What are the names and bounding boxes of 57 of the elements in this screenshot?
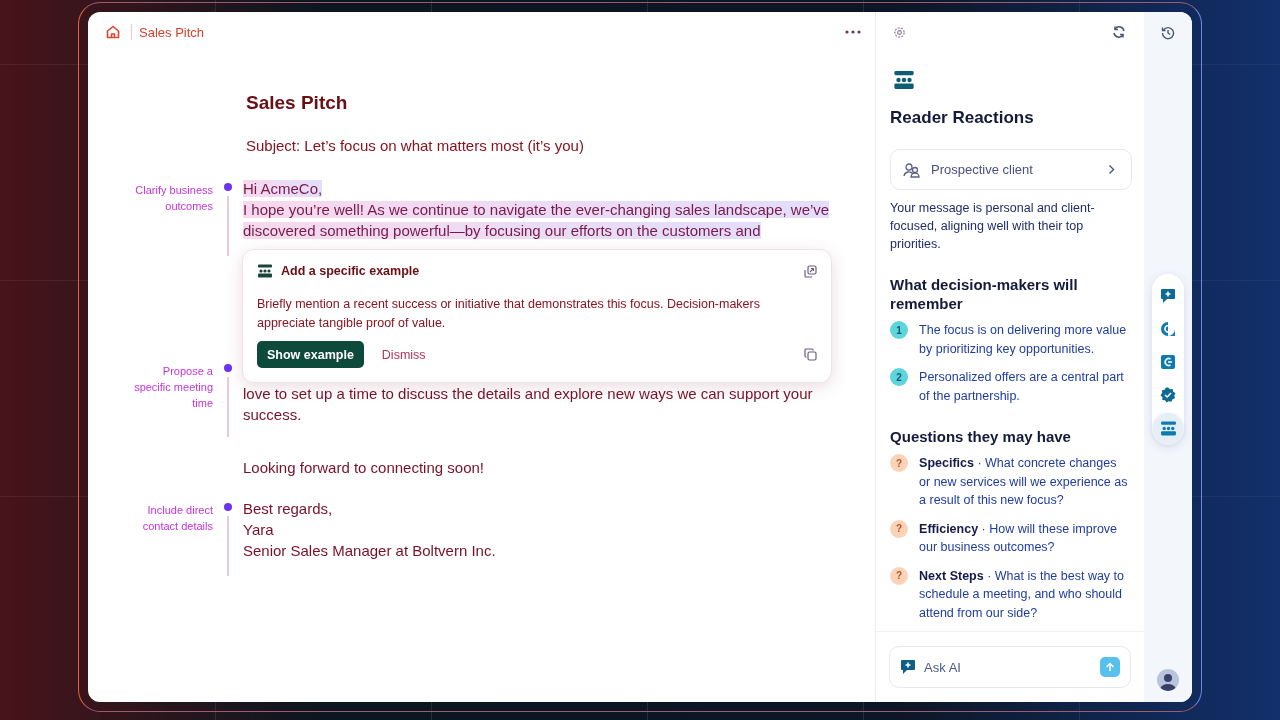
annotation-label[interactable]: Clarify business outcomes (125, 182, 213, 214)
annotation-label[interactable]: Include direct contact details (125, 502, 213, 534)
question-text: Next Steps · What is the best way to schedule a meeting, and who should attend from our side? (919, 567, 1125, 622)
suggestion-text: Briefly mention a recent success or initiative that demonstrates this focus. Decision-makers appreciate tangible proof of value. (257, 296, 761, 332)
refresh-icon[interactable] (1112, 25, 1127, 39)
annotation-line (227, 196, 229, 256)
text-line: Senior Sales Manager at Boltvern Inc. (243, 542, 496, 559)
number-badge: 2 (890, 368, 909, 386)
audience-icon (257, 264, 273, 278)
annotation-dot (224, 183, 232, 191)
annotation-line (227, 516, 229, 576)
text-line: Best regards, (243, 500, 333, 517)
chevron-icon (1108, 164, 1116, 175)
question-badge: ? (890, 454, 909, 472)
section-heading: Questions they may have (890, 427, 1072, 446)
history-icon[interactable] (1161, 26, 1176, 40)
suggestion-title: Add a specific example (281, 264, 420, 278)
number-badge: 1 (890, 321, 909, 339)
show-example-button[interactable]: Show example (257, 341, 364, 368)
people-icon (903, 161, 922, 178)
annotation-label[interactable]: Propose a specific meeting time (125, 363, 213, 411)
check-badge-icon (1160, 387, 1177, 403)
copy-icon[interactable] (804, 348, 817, 361)
annotation-dot (224, 364, 232, 372)
subject-line: Subject: Let’s focus on what matters most (it’s you) (246, 136, 585, 156)
c-letter-icon (1160, 354, 1177, 370)
audience-icon (1159, 420, 1177, 436)
avatar[interactable] (1157, 669, 1180, 691)
dismiss-button[interactable]: Dismiss (381, 347, 426, 362)
persona-selector[interactable]: Prospective client (890, 149, 1133, 190)
text-line: success. (243, 406, 302, 423)
text-line: Yara (243, 521, 274, 538)
document-title: Sales Pitch (139, 24, 205, 40)
question-text: Specifics · What concrete changes or new services will we experience as a result of this new focus? (919, 455, 1129, 509)
audience-tool[interactable] (1153, 413, 1184, 443)
arrow-up-icon (1105, 662, 1116, 672)
section-heading: What decision-makers will remember (890, 275, 1079, 313)
text-line: Looking forward to connecting soon! (243, 459, 484, 476)
annotation-line (227, 377, 229, 437)
text-line: love to set up a time to discuss the details and explore new ways we can support your (243, 385, 813, 402)
expand-icon[interactable] (804, 264, 817, 278)
settings-icon[interactable] (893, 25, 907, 39)
annotation-dot (224, 503, 232, 511)
question-badge: ? (890, 566, 909, 585)
home-icon[interactable] (105, 24, 121, 40)
chat-plus-icon (900, 659, 917, 675)
question-text: Efficiency · How will these improve our business outcomes? (919, 520, 1119, 556)
document-heading: Sales Pitch (246, 92, 349, 114)
chat-plus-icon (1160, 288, 1177, 304)
summary-text: Your message is personal and client-focused, aligning well with their top priorities. (890, 200, 1096, 253)
question-badge: ? (890, 519, 909, 538)
takeaway-text: The focus is on delivering more value by prioritizing key opportunities. (919, 322, 1128, 358)
takeaway-text: Personalized offers are a central part of the partnership. (919, 369, 1125, 405)
panel-title: Reader Reactions (890, 108, 1035, 128)
audience-icon (893, 70, 916, 90)
more-icon[interactable] (845, 30, 862, 34)
ask-ai-field[interactable]: Ask AI (889, 646, 1132, 688)
